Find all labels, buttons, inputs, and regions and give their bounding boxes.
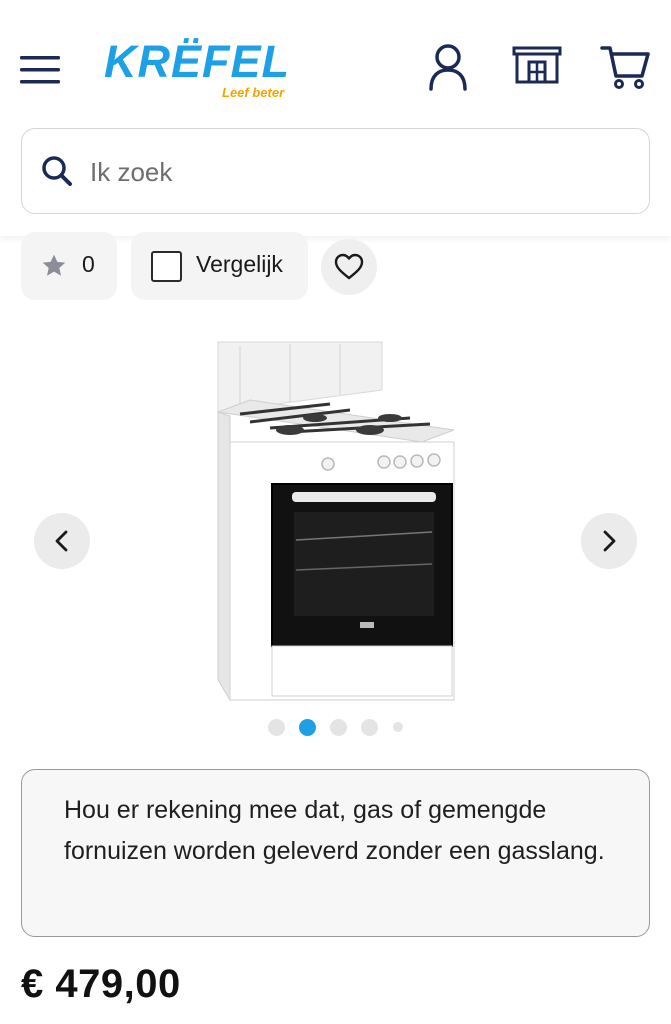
gallery-dot[interactable] [330,719,347,736]
menu-icon [20,56,60,84]
chevron-left-icon [55,530,68,552]
gas-hose-notice: Hou er rekening mee dat, gas of gemengde… [21,769,650,937]
account-button[interactable] [422,40,474,92]
site-header: KRËFEL Leef beter [0,0,671,236]
gallery-dot[interactable] [361,719,378,736]
cart-icon [600,46,650,89]
compare-label: Vergelijk [196,251,283,277]
gallery-dot[interactable] [393,722,403,732]
brand-logo[interactable]: KRËFEL Leef beter [104,30,294,104]
rating-count: 0 [82,251,95,277]
compare-toggle[interactable]: Vergelijk [131,232,308,300]
chevron-right-icon [603,530,616,552]
menu-button[interactable] [18,50,62,90]
cart-button[interactable] [600,40,652,92]
star-icon [42,254,66,276]
gallery-dot[interactable] [268,719,285,736]
brand-name: KRËFEL [104,36,290,87]
search-icon[interactable] [40,154,74,188]
store-icon [512,46,562,84]
notice-text: Hou er rekening mee dat, gas of gemengde… [64,796,605,865]
search-input[interactable] [90,149,630,195]
product-gallery [0,330,671,710]
gallery-next-button[interactable] [581,513,637,569]
wishlist-button[interactable] [321,239,377,295]
account-icon [429,44,467,91]
product-image[interactable] [210,340,460,705]
gallery-pagination [0,716,671,738]
store-button[interactable] [511,40,563,92]
brand-tagline: Leef beter [222,85,285,100]
compare-checkbox[interactable] [151,251,182,282]
rating-button[interactable]: 0 [21,232,117,300]
search-bar [21,128,650,214]
gallery-prev-button[interactable] [34,513,90,569]
gallery-dot-active[interactable] [299,719,316,736]
product-price: € 479,00 [21,962,181,1006]
heart-icon [334,253,364,280]
